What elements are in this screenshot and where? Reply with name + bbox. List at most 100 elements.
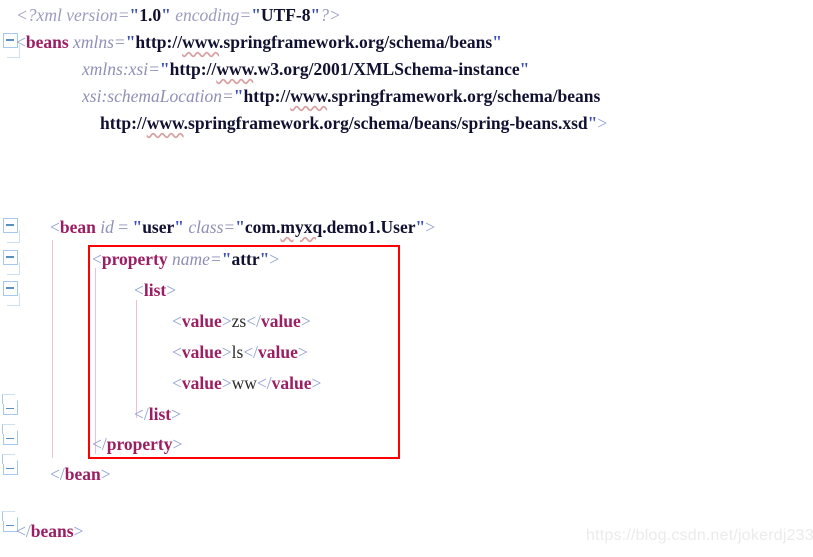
watermark-text: https://blog.csdn.net/jokerdj233 <box>586 527 813 544</box>
code-token-tag: value <box>271 373 312 393</box>
code-token-tag: value <box>181 311 222 331</box>
code-token-brk: > <box>300 311 311 331</box>
code-token-eq: = <box>113 217 133 237</box>
code-token-brk: </ <box>50 464 65 484</box>
code-token-brk: > <box>297 342 308 362</box>
code-token-brk: > <box>73 521 84 541</box>
code-content[interactable]: <?xml version="1.0" encoding="UTF-8"?> <b… <box>0 0 813 557</box>
code-token-str: www <box>290 86 328 106</box>
code-token-tag: bean <box>64 464 101 484</box>
code-token-q: " <box>310 5 321 25</box>
code-token-str: http:// <box>243 86 291 106</box>
code-token-str: myxq <box>280 217 323 237</box>
code-line[interactable]: <bean id = "user" class="com.myxq.demo1.… <box>0 214 435 241</box>
code-token-brk: > <box>172 434 183 454</box>
code-token-attr: xsi:schemaLocation= <box>82 86 234 106</box>
code-token-str: user <box>142 217 175 237</box>
code-line[interactable]: <property name="attr"> <box>0 246 279 273</box>
code-token-attr: xmlns:xsi= <box>82 59 160 79</box>
code-token-q: " <box>129 5 140 25</box>
code-token-brk: < <box>172 342 182 362</box>
code-token-q: " <box>161 5 171 25</box>
code-token-str: www <box>182 32 220 52</box>
code-token-q: " <box>221 249 232 269</box>
code-line[interactable]: <value>ls</value> <box>0 339 308 366</box>
code-token-q: " <box>519 59 530 79</box>
code-token-q: " <box>251 5 261 25</box>
code-token-tag: value <box>258 342 298 362</box>
code-line[interactable]: <value>zs</value> <box>0 308 311 335</box>
code-line[interactable]: </property> <box>0 431 182 458</box>
code-token-attr: id <box>95 217 114 237</box>
code-token-brk: > <box>311 373 322 393</box>
code-line[interactable]: <value>ww</value> <box>0 370 321 397</box>
code-token-str: http:// <box>169 59 217 79</box>
code-token-pi: <?xml version= <box>16 5 130 25</box>
code-token-tag: property <box>101 249 168 269</box>
code-token-brk: < <box>50 217 60 237</box>
code-token-tag: bean <box>59 217 96 237</box>
code-token-q: " <box>415 217 426 237</box>
code-line[interactable] <box>0 164 20 191</box>
code-token-str: .demo1.User <box>322 217 416 237</box>
code-line[interactable]: <?xml version="1.0" encoding="UTF-8"?> <box>0 2 341 29</box>
code-token-str: .w3.org/2001/XMLSchema-instance <box>253 59 520 79</box>
code-line[interactable]: <list> <box>0 277 176 304</box>
code-token-attr: class= <box>184 217 236 237</box>
code-line[interactable]: xmlns:xsi="http://www.w3.org/2001/XMLSch… <box>0 56 529 83</box>
code-token-brk: < <box>172 311 182 331</box>
code-token-brk: > <box>221 373 232 393</box>
code-token-brk: </ <box>16 521 31 541</box>
code-token-str: 1.0 <box>139 5 162 25</box>
code-line[interactable] <box>0 137 20 164</box>
code-token-txt: zs <box>231 311 247 331</box>
code-token-brk: > <box>221 342 232 362</box>
code-line[interactable]: <beans xmlns="http://www.springframework… <box>0 29 502 56</box>
code-token-str: .springframework.org/schema/beans <box>219 32 493 52</box>
code-line[interactable]: </beans> <box>0 518 83 545</box>
code-token-pi: encoding= <box>170 5 252 25</box>
code-line[interactable]: http://www.springframework.org/schema/be… <box>0 110 607 137</box>
code-token-brk: < <box>172 373 182 393</box>
code-line[interactable]: xsi:schemaLocation="http://www.springfra… <box>0 83 600 110</box>
code-line[interactable]: </list> <box>0 401 181 428</box>
code-token-str: com. <box>244 217 281 237</box>
code-token-str: http:// <box>135 32 183 52</box>
code-token-tag: list <box>148 404 172 424</box>
code-token-brk: > <box>425 217 436 237</box>
code-token-brk: > <box>597 113 608 133</box>
code-token-tag: beans <box>25 32 69 52</box>
code-token-str: .springframework.org/schema/beans/spring… <box>183 113 588 133</box>
code-token-pi: ?> <box>320 5 341 25</box>
code-token-tag: list <box>143 280 167 300</box>
code-token-attr: name= <box>167 249 222 269</box>
code-token-brk: < <box>92 249 102 269</box>
code-token-q: " <box>159 59 170 79</box>
code-line[interactable]: </bean> <box>0 461 111 488</box>
code-token-brk: </ <box>256 373 272 393</box>
code-token-q: " <box>125 32 136 52</box>
code-token-tag: beans <box>30 521 74 541</box>
code-token-q: " <box>587 113 598 133</box>
code-token-tag: value <box>181 373 222 393</box>
code-token-brk: > <box>221 311 232 331</box>
code-token-brk: </ <box>134 404 149 424</box>
code-token-brk: </ <box>243 342 259 362</box>
code-token-str: www <box>146 113 184 133</box>
code-token-q: " <box>174 217 184 237</box>
code-token-str: www <box>216 59 254 79</box>
code-token-brk: </ <box>246 311 261 331</box>
code-token-q: " <box>492 32 502 52</box>
code-line[interactable] <box>0 490 20 517</box>
code-token-tag: value <box>181 342 222 362</box>
code-token-str: attr <box>231 249 260 269</box>
code-token-txt: ww <box>231 373 257 393</box>
code-token-str: UTF-8 <box>260 5 311 25</box>
code-token-brk: > <box>269 249 280 269</box>
code-token-q: " <box>235 217 245 237</box>
code-token-txt: ls <box>231 342 244 362</box>
code-token-brk: > <box>100 464 111 484</box>
code-token-attr: xmlns= <box>68 32 126 52</box>
xml-code-editor[interactable]: <?xml version="1.0" encoding="UTF-8"?> <b… <box>0 0 813 557</box>
code-token-brk: </ <box>92 434 107 454</box>
